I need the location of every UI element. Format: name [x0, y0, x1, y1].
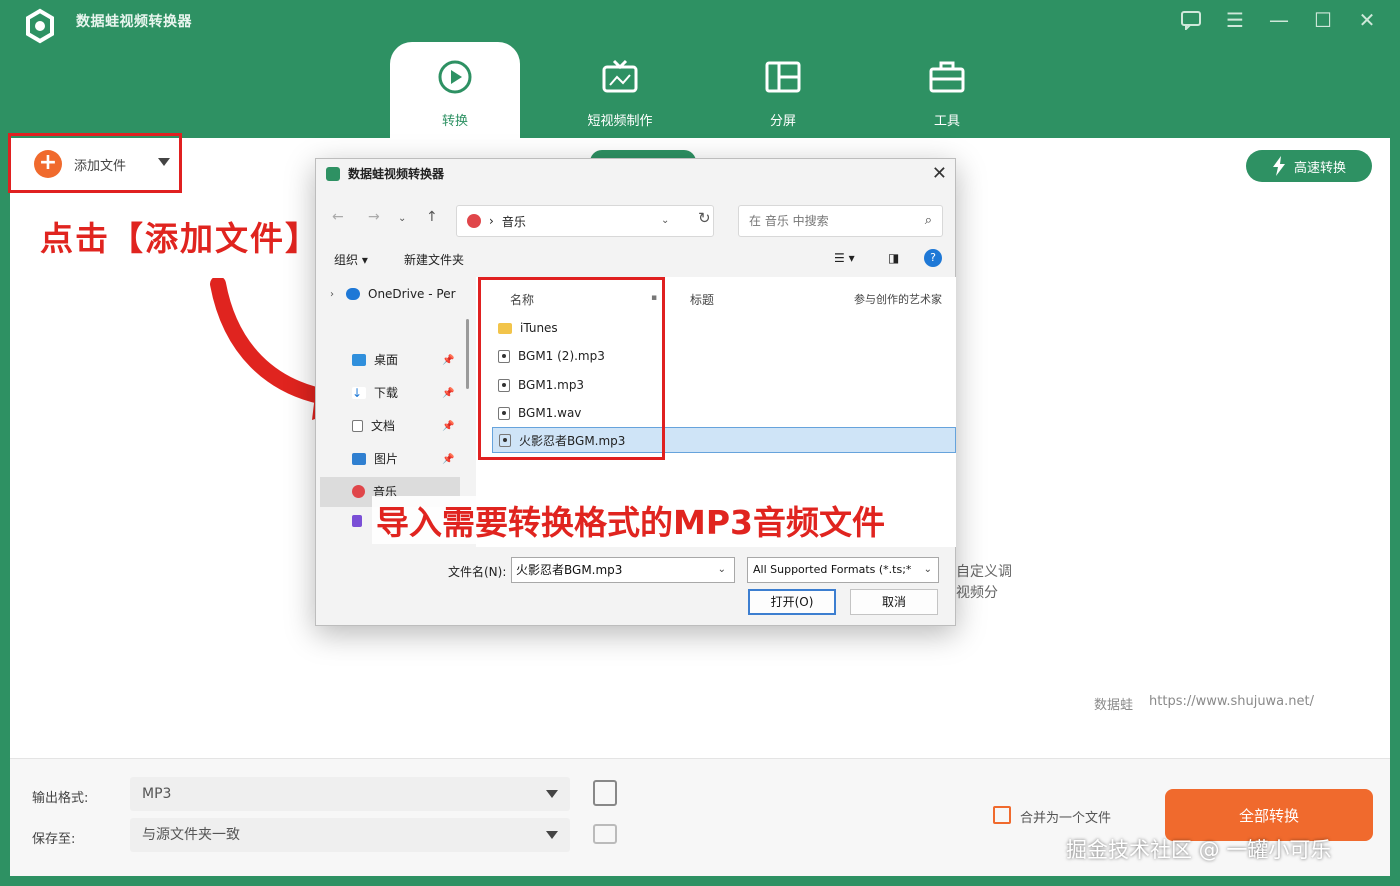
save-to-label: 保存至:: [32, 832, 76, 847]
credit-watermark: 掘金技术社区 @ 一罐小可乐: [1066, 838, 1332, 862]
dialog-close-icon[interactable]: ✕: [932, 163, 947, 184]
folder-open-icon[interactable]: [593, 824, 617, 844]
nav-scrollbar[interactable]: [466, 319, 469, 389]
annotation-step2: 导入需要转换格式的MP3音频文件: [372, 496, 889, 544]
tab-short-video[interactable]: 短视频制作: [555, 42, 685, 140]
document-icon: [352, 419, 363, 432]
tab-split-screen[interactable]: 分屏: [718, 42, 848, 140]
chevron-down-icon: [546, 831, 558, 839]
chevron-down-icon: ⌄: [923, 558, 932, 582]
dialog-title-bar: 数据蛙视频转换器: [326, 165, 444, 182]
maximize-icon[interactable]: ☐: [1308, 6, 1338, 34]
tab-tools[interactable]: 工具: [882, 42, 1012, 140]
organize-button[interactable]: 组织 ▾: [334, 251, 368, 268]
dialog-title: 数据蛙视频转换器: [348, 167, 445, 181]
nav-item-pictures[interactable]: 图片: [352, 450, 398, 467]
app-logo: [22, 8, 58, 44]
up-arrow-icon[interactable]: ↑: [426, 209, 438, 225]
address-dropdown-icon[interactable]: ⌄: [661, 215, 669, 226]
dialog-nav-row: ← → ⌄ ↑ › 音乐 ⌄ ↻ 在 音乐 中搜索 ⌕: [316, 201, 955, 237]
cancel-button[interactable]: 取消: [850, 589, 938, 615]
lightning-icon: [1272, 156, 1285, 176]
tab-tools-label: 工具: [933, 114, 960, 129]
nav-item-onedrive[interactable]: OneDrive - Per: [346, 287, 456, 301]
back-arrow-icon[interactable]: ←: [332, 209, 344, 225]
nav-item-downloads[interactable]: ↓ 下载: [352, 384, 398, 401]
output-format-label: 输出格式:: [32, 791, 89, 806]
add-file-dropdown-icon[interactable]: [158, 158, 170, 166]
tab-convert-label: 转换: [441, 114, 468, 129]
pin-icon: 📌: [442, 421, 455, 432]
chevron-down-icon: [546, 790, 558, 798]
nav-item-desktop[interactable]: 桌面: [352, 351, 398, 368]
menu-icon[interactable]: ☰: [1220, 6, 1250, 34]
tv-icon: [599, 56, 641, 98]
pin-icon: 📌: [442, 355, 455, 366]
search-icon: ⌕: [924, 213, 932, 228]
recent-dropdown-icon[interactable]: ⌄: [398, 213, 406, 224]
hidden-panel-text: 自定义调 视频分: [956, 564, 1012, 601]
split-screen-icon: [762, 56, 804, 98]
filename-input[interactable]: 火影忍者BGM.mp3 ⌄: [511, 557, 735, 583]
site-watermark: 数据蛙 https://www.shujuwa.net/: [1094, 694, 1314, 713]
view-options-icon[interactable]: ☰ ▾: [834, 251, 855, 265]
column-artist[interactable]: 参与创作的艺术家: [854, 291, 942, 307]
forward-arrow-icon[interactable]: →: [368, 209, 380, 225]
add-file-button[interactable]: + 添加文件: [34, 150, 126, 178]
plus-icon: +: [34, 150, 62, 178]
download-icon: ↓: [352, 386, 366, 399]
feedback-icon[interactable]: [1176, 6, 1206, 34]
file-list-highlight: [478, 277, 665, 460]
search-input[interactable]: 在 音乐 中搜索 ⌕: [738, 205, 943, 237]
pin-icon: 📌: [442, 454, 455, 465]
save-to-select[interactable]: 与源文件夹一致: [130, 818, 570, 852]
pin-icon: 📌: [442, 388, 455, 399]
merge-label: 合并为一个文件: [1020, 811, 1112, 826]
convert-icon: [434, 56, 476, 98]
open-button[interactable]: 打开(O): [748, 589, 836, 615]
window-controls: ☰ — ☐ ✕: [1176, 6, 1382, 34]
expand-chevron-icon[interactable]: ›: [330, 289, 334, 300]
address-text: 音乐: [501, 214, 526, 229]
filename-label: 文件名(N):: [448, 565, 507, 579]
address-separator: ›: [489, 214, 494, 228]
picture-icon: [352, 452, 366, 465]
app-small-icon: [326, 166, 340, 181]
music-icon: [467, 214, 481, 228]
app-title: 数据蛙视频转换器: [76, 14, 192, 30]
tab-convert[interactable]: 转换: [390, 42, 520, 142]
address-bar[interactable]: › 音乐: [456, 205, 714, 237]
music-icon: [352, 485, 365, 498]
add-file-label: 添加文件: [74, 158, 127, 174]
output-format-select[interactable]: MP3: [130, 777, 570, 811]
speed-convert-button[interactable]: 高速转换: [1246, 150, 1372, 182]
speed-convert-label: 高速转换: [1293, 160, 1346, 176]
format-settings-icon[interactable]: [593, 780, 617, 806]
filetype-select[interactable]: All Supported Formats (*.ts;* ⌄: [747, 557, 939, 583]
close-icon[interactable]: ✕: [1352, 6, 1382, 34]
help-icon[interactable]: ?: [924, 249, 942, 267]
video-icon: [352, 515, 362, 527]
tab-split-screen-label: 分屏: [769, 114, 796, 129]
nav-item-documents[interactable]: 文档: [352, 417, 395, 434]
column-title[interactable]: 标题: [690, 291, 714, 308]
toolbox-icon: [926, 56, 968, 98]
desktop-icon: [352, 353, 366, 366]
merge-checkbox[interactable]: [993, 806, 1011, 824]
nav-item-videos[interactable]: [352, 515, 362, 527]
minimize-icon[interactable]: —: [1264, 6, 1294, 34]
preview-pane-icon[interactable]: ◨: [888, 251, 899, 265]
tab-short-video-label: 短视频制作: [587, 114, 653, 129]
cloud-icon: [346, 288, 360, 300]
annotation-step1: 点击【添加文件】: [40, 219, 320, 258]
refresh-icon[interactable]: ↻: [698, 209, 711, 227]
new-folder-button[interactable]: 新建文件夹: [404, 251, 464, 268]
dialog-toolbar: 组织 ▾ 新建文件夹 ☰ ▾ ◨ ?: [316, 249, 955, 277]
chevron-down-icon[interactable]: ⌄: [718, 558, 726, 582]
